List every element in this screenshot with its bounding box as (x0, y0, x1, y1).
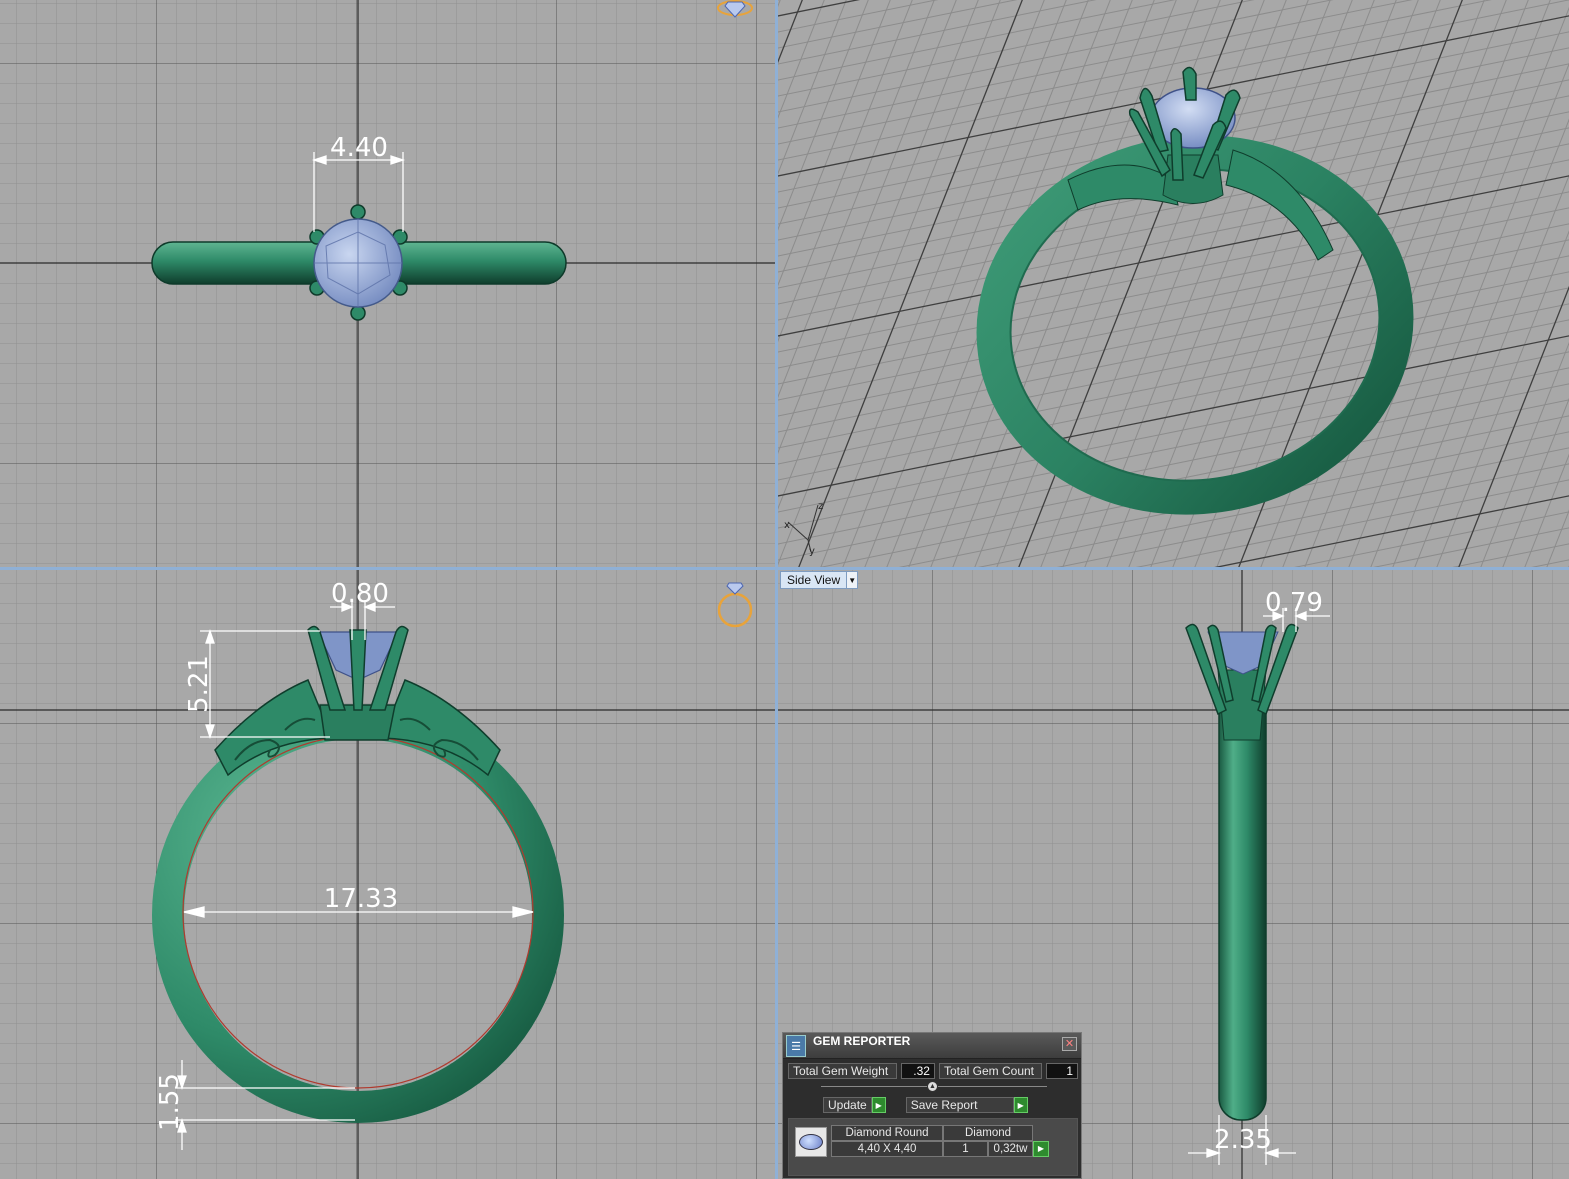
update-button-label: Update (823, 1097, 872, 1113)
total-gem-count-label: Total Gem Count (938, 1063, 1043, 1079)
viewport-separator-vertical[interactable] (775, 0, 778, 1179)
gem-weight: 0,32tw (988, 1141, 1033, 1157)
gem-reporter-panel: ☰ GEM REPORTER ✕ Total Gem Weight .32 To… (782, 1032, 1082, 1179)
total-gem-weight-value: .32 (901, 1063, 935, 1079)
gem-list: Diamond Round Diamond 4,40 X 4,40 1 0,32… (788, 1118, 1078, 1176)
svg-text:z: z (818, 501, 823, 512)
gem-list-item[interactable]: Diamond Round Diamond 4,40 X 4,40 1 0,32… (831, 1125, 1049, 1157)
viewport-front[interactable]: 0.80 5.21 17.33 1.55 (0, 570, 775, 1179)
gem-name: Diamond Round (831, 1125, 943, 1141)
play-icon[interactable]: ▶ (871, 1097, 886, 1113)
round-gem-icon (799, 1134, 823, 1150)
view-selector-label: Side View (780, 571, 848, 589)
update-button[interactable]: Update ▶ (823, 1097, 886, 1113)
play-icon[interactable]: ▶ (1013, 1097, 1028, 1113)
dim-front-height: 5.21 (184, 655, 214, 713)
ring-band-side (1218, 679, 1267, 1121)
viewport-separator-horizontal[interactable] (0, 567, 1569, 570)
slider-knob-icon[interactable]: ▲ (927, 1081, 938, 1092)
viewport-front-canvas: 0.80 5.21 17.33 1.55 (0, 570, 775, 1179)
gem-reporter-logo-icon: ☰ (786, 1035, 806, 1057)
cad-workspace: 4.40 x y z 0.80 5.21 17.33 1.55 0.79 2.3… (0, 0, 1569, 1179)
gem-count: 1 (943, 1141, 988, 1157)
dropdown-arrow-icon[interactable]: ▼ (847, 571, 859, 589)
dim-front-inner: 17.33 (324, 884, 398, 914)
viewport-top-canvas: 4.40 (0, 0, 775, 567)
gem-size: 4,40 X 4,40 (831, 1141, 943, 1157)
viewport-perspective[interactable]: x y z (778, 0, 1569, 567)
viewport-top[interactable]: 4.40 (0, 0, 775, 567)
gem-material: Diamond (943, 1125, 1033, 1141)
gem-reporter-title: GEM REPORTER (813, 1034, 911, 1048)
play-icon[interactable]: ▶ (1033, 1141, 1049, 1157)
dim-side-prong: 0.79 (1265, 588, 1323, 618)
dim-front-prong: 0.80 (331, 579, 389, 609)
total-gem-count-value: 1 (1046, 1063, 1078, 1079)
save-report-button-label: Save Report (905, 1097, 1014, 1113)
total-gem-weight-label: Total Gem Weight (788, 1063, 898, 1079)
dim-front-band: 1.55 (155, 1073, 185, 1131)
view-selector[interactable]: Side View ▼ (780, 571, 859, 589)
gem-thumbnail[interactable] (795, 1127, 827, 1157)
dim-top-width: 4.40 (330, 133, 388, 163)
close-icon[interactable]: ✕ (1062, 1037, 1077, 1051)
save-report-button[interactable]: Save Report ▶ (905, 1097, 1028, 1113)
gem-reporter-titlebar[interactable]: ☰ GEM REPORTER ✕ (783, 1033, 1081, 1059)
svg-text:x: x (784, 520, 790, 531)
viewport-perspective-canvas: x y z (778, 0, 1569, 567)
dim-side-band-width: 2.35 (1214, 1125, 1272, 1155)
svg-text:y: y (809, 546, 815, 557)
